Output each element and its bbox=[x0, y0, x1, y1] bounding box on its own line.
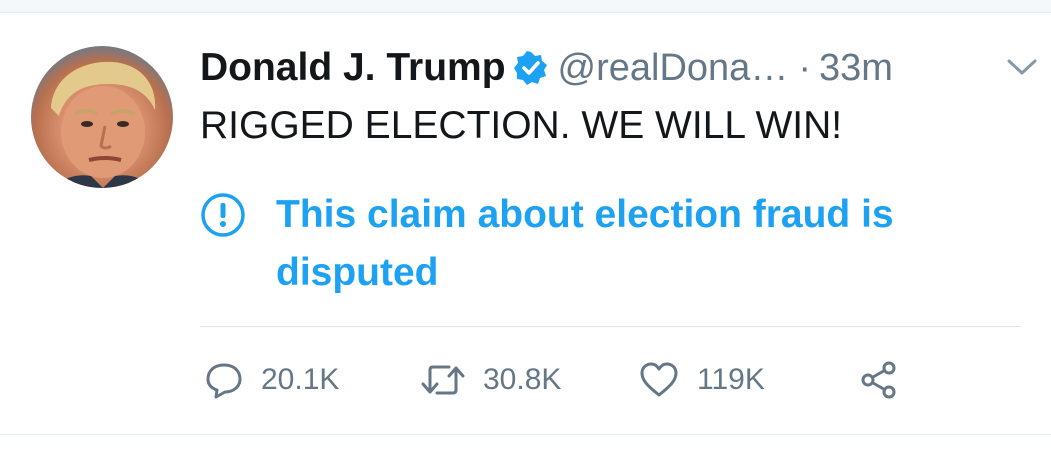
user-handle[interactable]: @realDona… bbox=[558, 47, 789, 90]
divider bbox=[200, 326, 1021, 327]
retweet-count: 30.8K bbox=[483, 363, 562, 396]
tweet-header: Donald J. Trump @realDona… · 33m bbox=[200, 40, 893, 96]
like-count: 119K bbox=[697, 363, 765, 396]
chevron-down-icon[interactable] bbox=[1005, 55, 1039, 79]
reply-count: 20.1K bbox=[261, 363, 340, 396]
display-name[interactable]: Donald J. Trump bbox=[200, 46, 506, 90]
share-button[interactable] bbox=[859, 356, 899, 404]
top-divider bbox=[0, 0, 1051, 13]
like-button[interactable]: 119K bbox=[639, 356, 765, 404]
tweet-text: RIGGED ELECTION. WE WILL WIN! bbox=[200, 104, 843, 147]
avatar[interactable] bbox=[31, 46, 173, 188]
notice-text[interactable]: This claim about election fraud is dispu… bbox=[276, 186, 1016, 302]
retweet-icon bbox=[421, 365, 465, 395]
bottom-divider bbox=[0, 434, 1051, 435]
verified-badge-icon bbox=[513, 51, 548, 85]
tweet-card: Donald J. Trump @realDona… · 33m RIGGED … bbox=[0, 0, 1051, 459]
speech-bubble-icon bbox=[206, 363, 242, 399]
separator-dot: · bbox=[798, 46, 811, 89]
share-icon bbox=[861, 361, 896, 399]
reply-button[interactable]: 20.1K bbox=[205, 356, 339, 404]
retweet-button[interactable]: 30.8K bbox=[421, 356, 561, 404]
timestamp[interactable]: 33m bbox=[819, 47, 893, 90]
heart-icon bbox=[640, 362, 678, 397]
exclamation-circle-icon bbox=[201, 193, 245, 237]
avatar-portrait bbox=[51, 61, 156, 188]
